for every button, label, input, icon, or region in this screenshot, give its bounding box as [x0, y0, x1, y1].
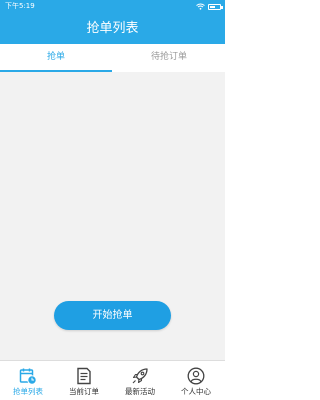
nav-label: 抢单列表	[13, 387, 43, 396]
nav-label: 当前订单	[69, 387, 99, 396]
document-list-icon	[77, 367, 91, 385]
start-grab-button[interactable]: 开始抢单	[54, 301, 171, 330]
nav-item-latest-activities[interactable]: 最新活动	[112, 361, 168, 400]
app-screen: 下午5:19 抢单列表 抢单 待抢订单 开始抢单 抢单列表 当前订单 最新活动 …	[0, 0, 225, 400]
tab-pending-orders[interactable]: 待抢订单	[113, 44, 225, 72]
title-bar: 下午5:19 抢单列表	[0, 0, 225, 44]
nav-label: 个人中心	[181, 387, 211, 396]
battery-icon	[208, 3, 223, 10]
tab-bar: 抢单 待抢订单	[0, 44, 225, 72]
calendar-clock-icon	[19, 368, 37, 385]
person-icon	[187, 367, 205, 385]
nav-item-profile[interactable]: 个人中心	[168, 361, 224, 400]
status-time: 下午5:19	[5, 2, 35, 10]
nav-label: 最新活动	[125, 387, 155, 396]
page-title: 抢单列表	[86, 21, 139, 36]
nav-item-grab-list[interactable]: 抢单列表	[0, 361, 56, 400]
status-bar: 下午5:19	[0, 0, 225, 13]
nav-item-current-orders[interactable]: 当前订单	[56, 361, 112, 400]
rocket-icon	[132, 368, 148, 384]
wifi-icon	[196, 3, 205, 10]
status-icons	[196, 2, 223, 11]
bottom-nav: 抢单列表 当前订单 最新活动 个人中心	[0, 360, 225, 400]
active-tab-indicator	[0, 70, 112, 72]
tab-grab-order[interactable]: 抢单	[0, 44, 112, 72]
